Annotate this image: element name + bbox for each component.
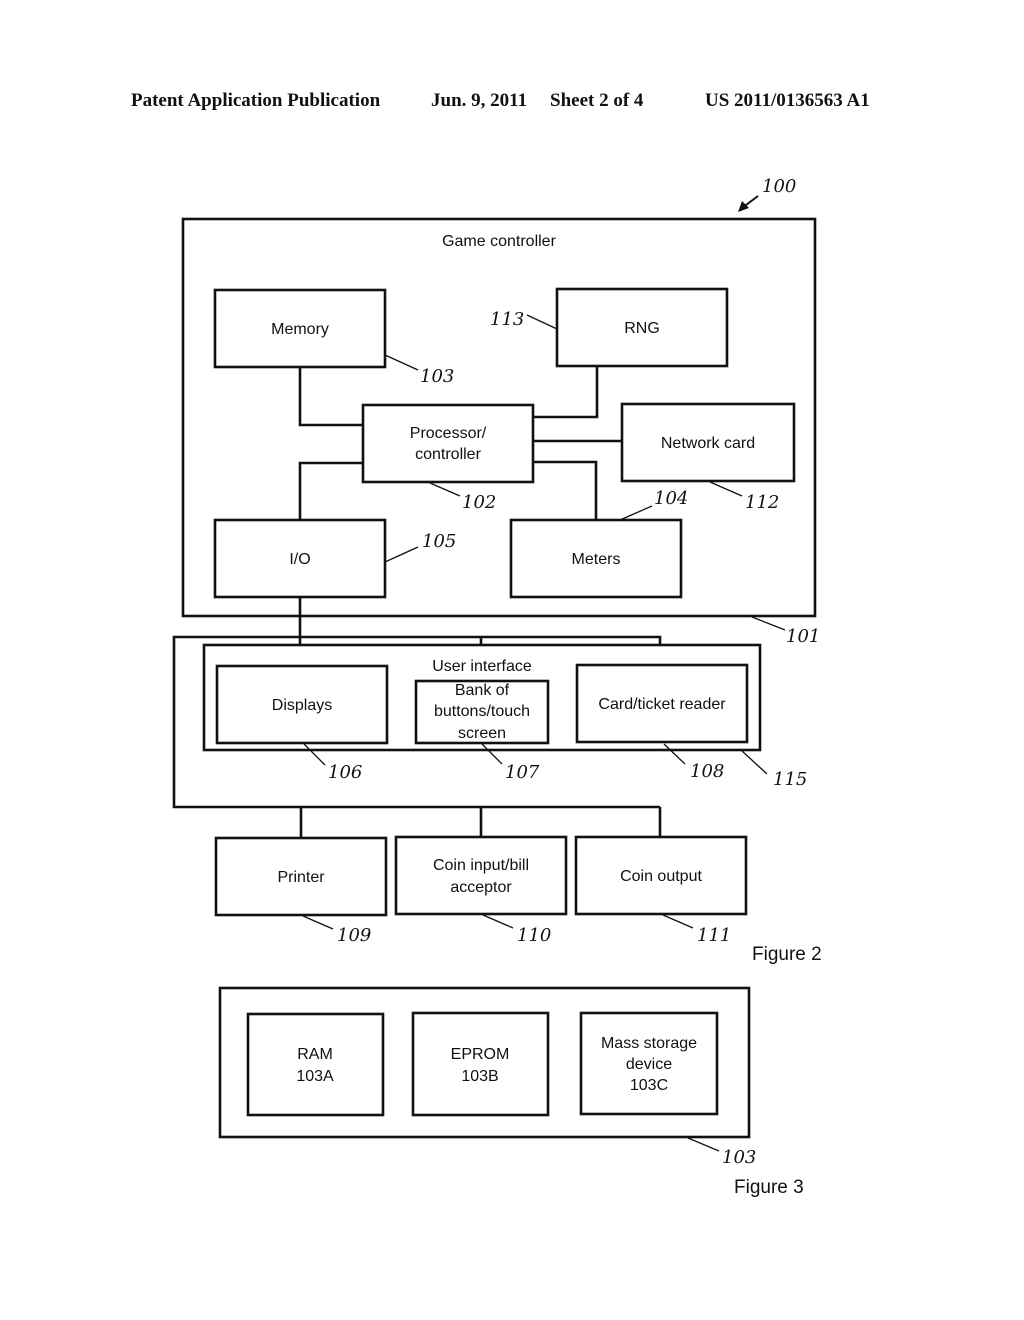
network-card-label: Network card [661, 435, 755, 452]
ref-106: 106 [328, 762, 362, 783]
coin-input-label-line2: acceptor [450, 879, 512, 896]
user-interface-title: User interface [432, 658, 532, 675]
ref-104: 104 [654, 488, 688, 509]
ref-108: 108 [690, 761, 724, 782]
eprom-ref: 103B [461, 1068, 498, 1085]
arrow-icon [738, 195, 759, 212]
rng-label: RNG [624, 320, 660, 337]
processor-label-line2: controller [415, 446, 481, 463]
ref-100: 100 [762, 176, 796, 197]
ref-102: 102 [462, 492, 496, 513]
ref-110: 110 [517, 925, 551, 946]
mass-storage-label-line1: Mass storage [601, 1035, 697, 1052]
ref-113: 113 [490, 309, 524, 330]
coin-output-label: Coin output [620, 868, 702, 885]
processor-label-line1: Processor/ [410, 425, 487, 442]
ram-block [246, 1012, 385, 1117]
coin-input-label-line1: Coin input/bill [433, 857, 529, 874]
ref-115: 115 [773, 769, 807, 790]
buttons-label-line1: Bank of [455, 682, 510, 699]
ref-103-fig3: 103 [722, 1147, 756, 1168]
eprom-block [411, 1011, 550, 1117]
processor-block [361, 403, 535, 484]
game-controller-title: Game controller [442, 233, 556, 250]
displays-label: Displays [272, 697, 332, 714]
io-label: I/O [289, 551, 310, 568]
buttons-label-line3: screen [458, 725, 506, 742]
ref-109: 109 [337, 925, 371, 946]
mass-storage-ref: 103C [630, 1077, 668, 1094]
ref-105: 105 [422, 531, 456, 552]
figure-3-caption: Figure 3 [734, 1177, 804, 1198]
mass-storage-label-line2: device [626, 1056, 672, 1073]
ref-111: 111 [697, 925, 731, 946]
eprom-label: EPROM [451, 1046, 510, 1063]
coin-input-block [394, 835, 568, 916]
block-diagram: 100 Game controller Memory 103 RNG 113 P… [172, 176, 822, 1198]
ram-label: RAM [297, 1046, 333, 1063]
printer-label: Printer [277, 869, 325, 886]
buttons-label-line2: buttons/touch [434, 703, 530, 720]
figure-2-caption: Figure 2 [752, 944, 822, 965]
card-reader-label: Card/ticket reader [598, 696, 726, 713]
ref-112: 112 [745, 492, 779, 513]
meters-label: Meters [572, 551, 621, 568]
ref-103: 103 [420, 366, 454, 387]
ram-ref: 103A [296, 1068, 334, 1085]
memory-label: Memory [271, 321, 329, 338]
ref-107: 107 [505, 762, 540, 783]
ref-101: 101 [786, 626, 820, 647]
